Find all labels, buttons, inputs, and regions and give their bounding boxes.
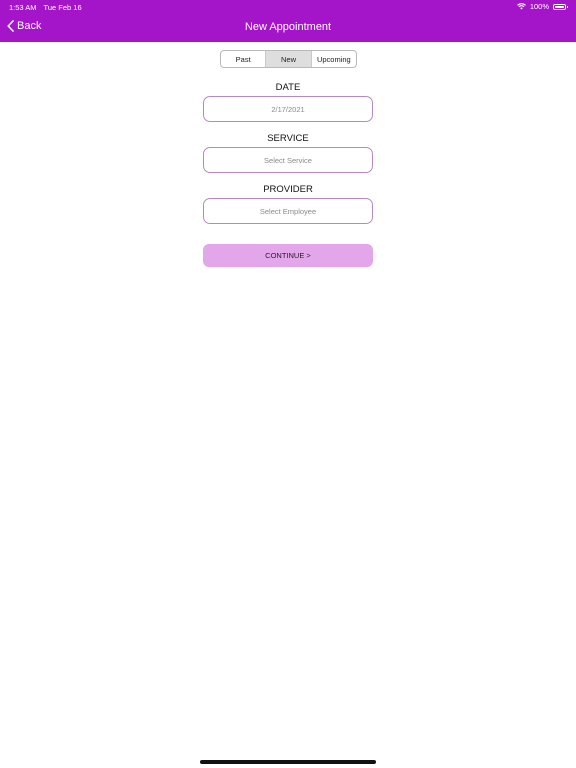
provider-field[interactable]: Select Employee (203, 198, 373, 224)
page-title: New Appointment (244, 21, 332, 33)
provider-placeholder: Select Employee (259, 206, 317, 216)
navigation-bar: Back New Appointment (0, 14, 576, 42)
appointment-tabs: Past New Upcoming (220, 50, 357, 68)
tab-past[interactable]: Past (221, 51, 267, 67)
date-value: 2/17/2021 (271, 104, 305, 114)
home-indicator[interactable] (200, 760, 376, 764)
battery-icon (553, 3, 568, 10)
wifi-icon (516, 3, 526, 10)
status-date: Tue Feb 16 (43, 3, 82, 12)
tab-upcoming[interactable]: Upcoming (312, 51, 356, 67)
continue-button[interactable]: CONTINUE > (203, 244, 373, 267)
status-time: 1:53 AM (9, 3, 37, 12)
service-field[interactable]: Select Service (203, 147, 373, 173)
battery-percent: 100% (529, 2, 549, 11)
status-bar: 1:53 AM Tue Feb 16 100% (0, 0, 576, 14)
date-label: DATE (275, 82, 301, 93)
provider-label: PROVIDER (263, 184, 313, 195)
service-label: SERVICE (267, 133, 309, 144)
date-field[interactable]: 2/17/2021 (203, 96, 373, 122)
tab-new[interactable]: New (266, 51, 312, 67)
service-placeholder: Select Service (264, 155, 312, 165)
